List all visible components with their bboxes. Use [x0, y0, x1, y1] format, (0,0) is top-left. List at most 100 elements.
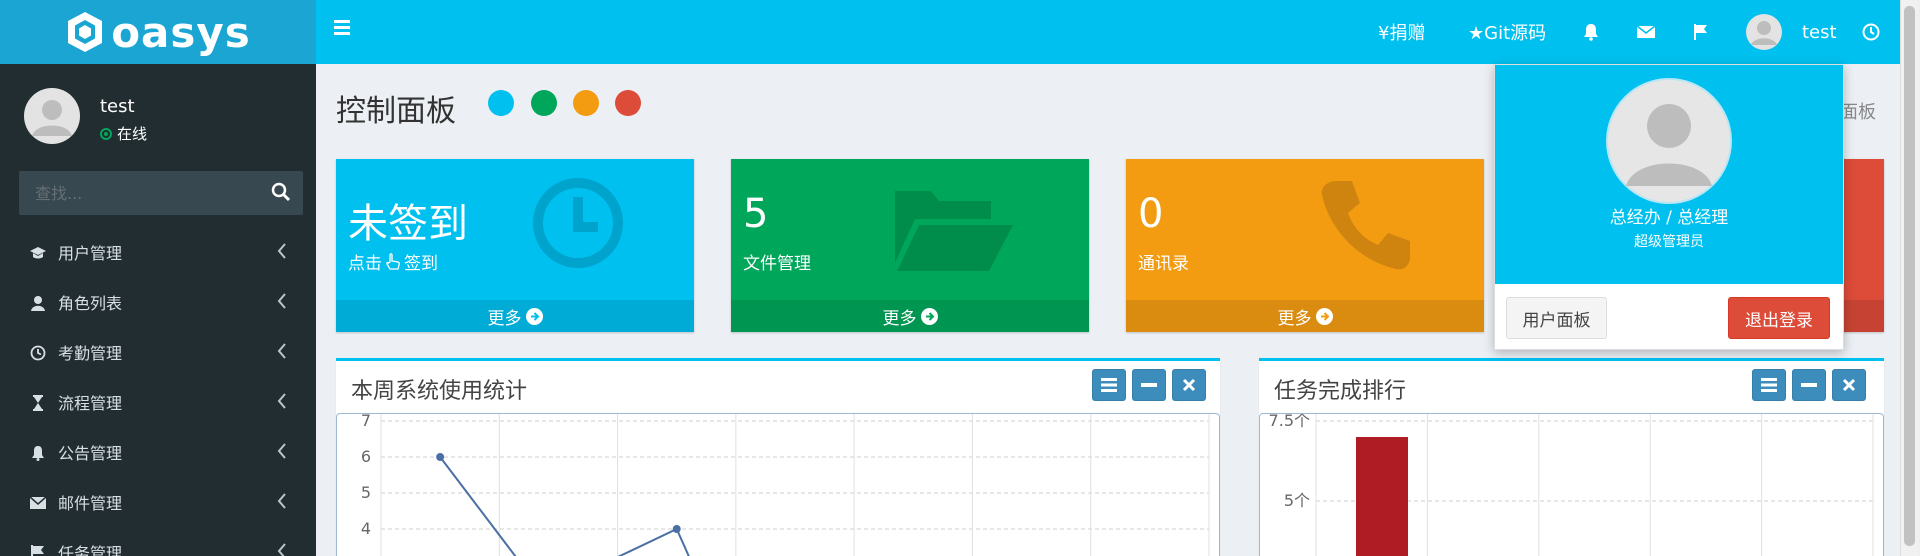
more-link[interactable]: 更多	[336, 300, 694, 332]
minus-icon	[1141, 383, 1157, 387]
breadcrumb[interactable]: 面板	[1840, 98, 1876, 124]
sidebar-item-mail[interactable]: 邮件管理	[0, 477, 316, 527]
skin-color-blue[interactable]	[488, 90, 514, 116]
arrow-circle-right-icon	[920, 307, 938, 325]
search-icon	[271, 182, 291, 202]
series-line	[617, 527, 690, 556]
messages-button[interactable]	[1636, 0, 1656, 64]
panel-close-button[interactable]	[1832, 369, 1866, 401]
sidebar-item-label: 任务管理	[58, 544, 123, 556]
tasks-flag-button[interactable]	[1692, 0, 1710, 64]
folder-open-icon	[895, 191, 1013, 271]
clock-settings-button[interactable]	[1862, 0, 1880, 64]
logo[interactable]: oasys	[0, 0, 316, 64]
close-icon	[1842, 378, 1856, 392]
panel-collapse-button[interactable]	[1792, 369, 1826, 401]
task-ranking-panel: 任务完成排行 5个 7.5个	[1259, 358, 1884, 556]
more-link[interactable]: 更多	[1126, 300, 1484, 332]
sidebar-item-tasks[interactable]: 任务管理	[0, 527, 316, 556]
file-management-label: 文件管理	[743, 254, 811, 274]
close-icon	[1182, 378, 1196, 392]
chevron-left-icon	[277, 293, 286, 309]
contacts-card: 0 通讯录 更多	[1126, 159, 1484, 332]
y-tick-label: 4	[361, 519, 371, 538]
y-tick-label: 7	[361, 414, 371, 430]
page-scrollbar[interactable]	[1900, 0, 1918, 556]
bars-icon	[1761, 378, 1777, 392]
chevron-left-icon	[277, 243, 286, 259]
y-tick-label: 6	[361, 447, 371, 466]
sidebar-search	[19, 171, 303, 215]
sidebar-item-label: 角色列表	[58, 294, 123, 313]
usage-chart-container: 7 6 5 4	[336, 411, 1220, 556]
usage-stats-panel: 本周系统使用统计 7 6 5 4	[336, 358, 1220, 556]
donate-link[interactable]: ¥捐赠	[1378, 0, 1425, 64]
avatar	[1606, 78, 1732, 204]
phone-icon	[1321, 181, 1410, 270]
panel-collapse-button[interactable]	[1132, 369, 1166, 401]
contacts-count: 0	[1138, 191, 1164, 237]
y-tick-label: 5个	[1284, 491, 1310, 510]
data-point	[436, 453, 445, 461]
series-line	[439, 456, 517, 556]
file-management-card: 5 文件管理 更多	[731, 159, 1089, 332]
page-title: 控制面板	[336, 94, 456, 129]
sidebar-item-process[interactable]: 流程管理	[0, 377, 316, 427]
notifications-button[interactable]	[1582, 0, 1600, 64]
sidebar-item-user-management[interactable]: 用户管理	[0, 227, 316, 277]
envelope-icon	[30, 496, 46, 509]
search-input[interactable]	[19, 171, 249, 215]
sign-in-card: 未签到 点击 签到 更多	[336, 159, 694, 332]
graduation-cap-icon	[30, 247, 46, 259]
chevron-left-icon	[277, 543, 286, 556]
clock-icon	[30, 345, 46, 361]
sidebar-toggle-button[interactable]	[334, 18, 358, 42]
hourglass-icon	[33, 395, 43, 411]
skin-color-green[interactable]	[531, 90, 557, 116]
sidebar-user-name: test	[100, 96, 135, 117]
chevron-left-icon	[277, 493, 286, 509]
user-menu-button[interactable]: test	[1746, 0, 1837, 64]
skin-color-orange[interactable]	[573, 90, 599, 116]
more-link[interactable]: 更多	[731, 300, 1089, 332]
sidebar-item-role-list[interactable]: 角色列表	[0, 277, 316, 327]
panel-close-button[interactable]	[1172, 369, 1206, 401]
sidebar-item-label: 邮件管理	[58, 494, 123, 513]
arrow-circle-right-icon	[1315, 307, 1333, 325]
bars-icon	[334, 20, 350, 35]
search-button[interactable]	[271, 182, 291, 206]
scrollbar-thumb[interactable]	[1904, 6, 1915, 546]
flag-icon	[31, 545, 44, 556]
logo-text: oasys	[111, 7, 251, 57]
data-point	[672, 525, 681, 533]
sidebar-item-attendance[interactable]: 考勤管理	[0, 327, 316, 377]
arrow-circle-right-icon	[525, 307, 543, 325]
sidebar-item-label: 公告管理	[58, 444, 123, 463]
user-menu-name: test	[1802, 21, 1837, 43]
logout-button[interactable]: 退出登录	[1728, 297, 1830, 339]
panel-menu-button[interactable]	[1752, 369, 1786, 401]
sign-in-action[interactable]: 点击 签到	[348, 249, 438, 274]
clock-icon	[1862, 23, 1880, 41]
avatar	[24, 88, 80, 144]
envelope-icon	[1636, 25, 1656, 38]
usage-panel-title: 本周系统使用统计	[351, 379, 528, 404]
user-department-role: 总经办 / 总经理	[1609, 208, 1729, 228]
avatar	[1746, 14, 1782, 50]
skin-color-red[interactable]	[615, 90, 641, 116]
chevron-left-icon	[277, 443, 286, 459]
y-tick-label: 7.5个	[1269, 414, 1310, 430]
sidebar-item-announcements[interactable]: 公告管理	[0, 427, 316, 477]
profile-button[interactable]: 用户面板	[1506, 297, 1607, 339]
user-dropdown-menu: 总经办 / 总经理 超级管理员 用户面板 退出登录	[1494, 64, 1844, 350]
panel-menu-button[interactable]	[1092, 369, 1126, 401]
online-circle-icon	[100, 127, 112, 140]
flag-icon	[1694, 24, 1707, 40]
y-tick-label: 5	[361, 483, 371, 502]
usage-line-chart: 7 6 5 4	[361, 411, 1210, 556]
sidebar: test 在线 用户管理 角色列表	[0, 64, 316, 556]
sidebar-item-label: 用户管理	[58, 244, 123, 263]
sidebar-item-label: 考勤管理	[58, 344, 123, 363]
user-icon	[31, 296, 45, 311]
git-source-link[interactable]: ★Git源码	[1468, 0, 1546, 64]
